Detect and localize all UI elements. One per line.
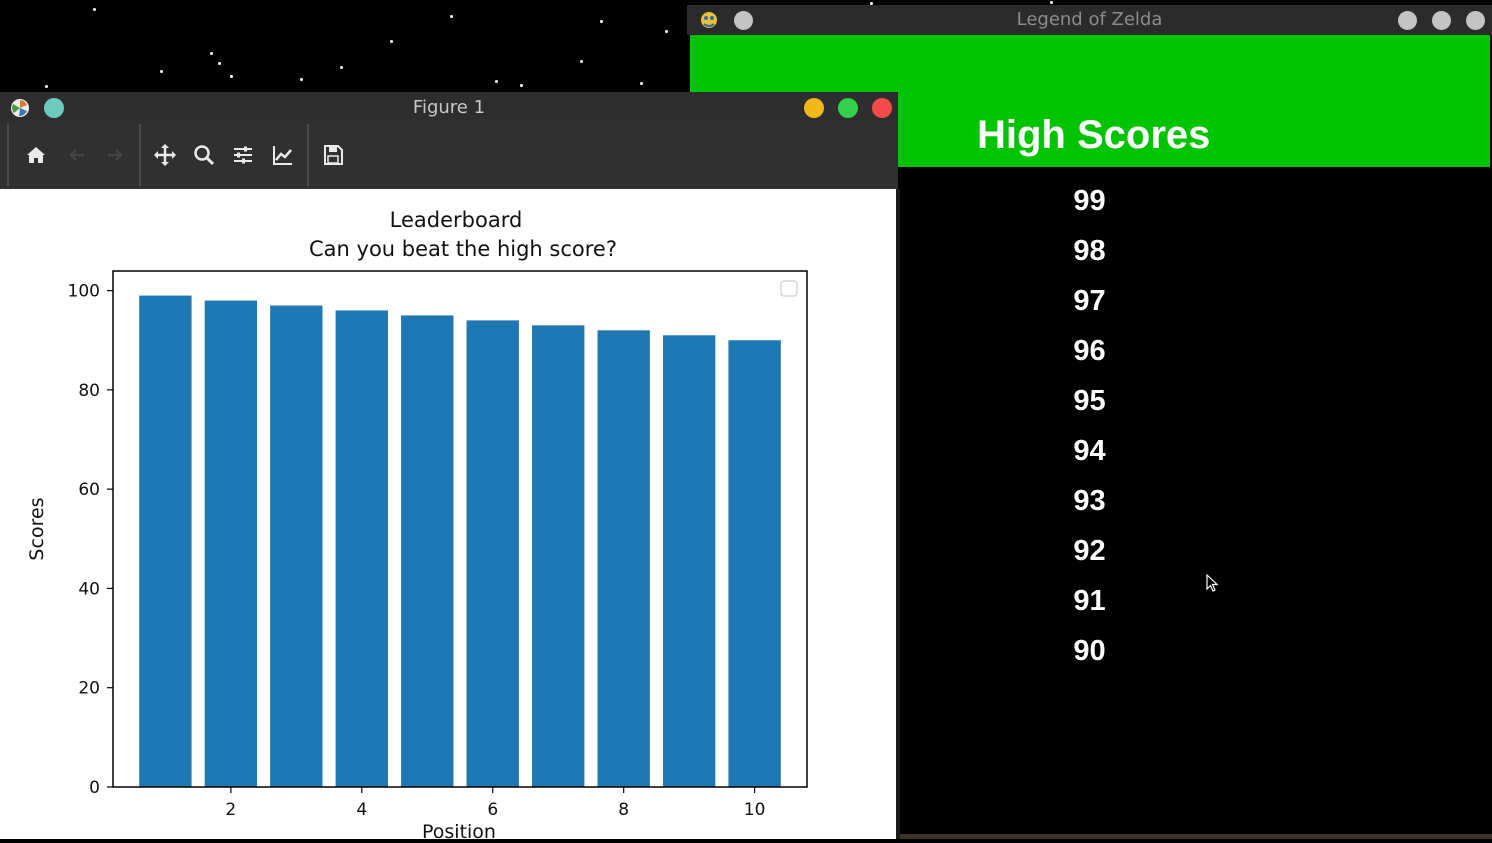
bar [270, 305, 323, 787]
configure-subplots-icon[interactable] [231, 143, 255, 167]
bar [466, 320, 519, 787]
chart-title: Leaderboard [390, 208, 523, 232]
minimize-button[interactable] [1398, 11, 1417, 30]
close-button[interactable] [1466, 11, 1485, 30]
star [520, 84, 523, 87]
score-item: 99 [1073, 185, 1106, 217]
figure-window[interactable]: Figure 1 Leaderboard Can you beat the hi… [0, 92, 900, 843]
zelda-titlebar[interactable]: Legend of Zelda [687, 5, 1492, 35]
minimize-button[interactable] [804, 98, 824, 118]
bar [335, 310, 388, 787]
y-tick-label: 20 [78, 679, 100, 699]
toolbar-handle [7, 124, 9, 186]
empty-legend-box [780, 280, 798, 297]
toolbar-separator [307, 124, 309, 186]
star [210, 52, 213, 55]
y-tick-label: 60 [78, 480, 100, 500]
score-item: 92 [1073, 535, 1106, 567]
score-item: 94 [1073, 435, 1106, 467]
star [230, 75, 233, 78]
x-axis-label: Position [422, 821, 496, 839]
score-item: 98 [1073, 235, 1106, 267]
star [600, 20, 603, 23]
figure-canvas[interactable]: Leaderboard Can you beat the high score?… [0, 189, 898, 843]
x-tick-label: 4 [356, 800, 367, 820]
star [340, 66, 343, 69]
bar [401, 315, 454, 787]
pan-icon[interactable] [153, 143, 177, 167]
toolbar-separator [139, 124, 141, 186]
x-tick-label: 8 [618, 800, 629, 820]
bar [532, 325, 585, 787]
window-title: Legend of Zelda [1016, 9, 1163, 30]
edit-axes-icon[interactable] [271, 143, 295, 167]
score-item: 91 [1073, 585, 1106, 617]
y-tick-label: 0 [89, 778, 100, 798]
high-scores-heading: High Scores [977, 113, 1211, 157]
window-edge [896, 189, 900, 839]
score-item: 95 [1073, 385, 1106, 417]
star [93, 8, 96, 11]
y-axis-label: Scores [26, 497, 48, 560]
star [495, 80, 498, 83]
bar [139, 295, 192, 787]
bar [662, 335, 716, 787]
back-arrow-icon[interactable] [65, 143, 89, 167]
score-item: 90 [1073, 635, 1106, 667]
y-tick-label: 100 [68, 282, 100, 302]
bar [204, 300, 258, 787]
star [1050, 1, 1053, 4]
star [640, 82, 643, 85]
bar-chart[interactable]: Leaderboard Can you beat the high score?… [0, 189, 898, 843]
game-strip [900, 834, 1492, 839]
zoom-icon[interactable] [192, 143, 216, 167]
chart-subtitle: Can you beat the high score? [309, 237, 617, 261]
star [45, 85, 48, 88]
y-tick-label: 40 [78, 579, 100, 599]
mouse-cursor-icon [1206, 574, 1219, 592]
score-item: 97 [1073, 285, 1106, 317]
save-icon[interactable] [321, 143, 345, 167]
star [390, 40, 393, 43]
y-tick-label: 80 [78, 381, 100, 401]
star [665, 30, 668, 33]
figure-titlebar[interactable]: Figure 1 [0, 92, 898, 122]
x-tick-label: 10 [744, 800, 766, 820]
close-button[interactable] [872, 98, 892, 118]
navigation-toolbar [0, 122, 898, 189]
bar [728, 340, 781, 787]
star [160, 70, 163, 73]
star [450, 15, 453, 18]
score-item: 96 [1073, 335, 1106, 367]
star [218, 62, 221, 65]
window-title: Figure 1 [412, 97, 486, 118]
score-item: 93 [1073, 485, 1106, 517]
maximize-button[interactable] [1432, 11, 1451, 30]
maximize-button[interactable] [838, 98, 858, 118]
forward-arrow-icon[interactable] [103, 143, 127, 167]
star [300, 78, 303, 81]
x-tick-label: 6 [487, 800, 498, 820]
home-icon[interactable] [24, 143, 48, 167]
star [580, 60, 583, 63]
x-tick-label: 2 [225, 800, 236, 820]
bar [597, 330, 650, 787]
